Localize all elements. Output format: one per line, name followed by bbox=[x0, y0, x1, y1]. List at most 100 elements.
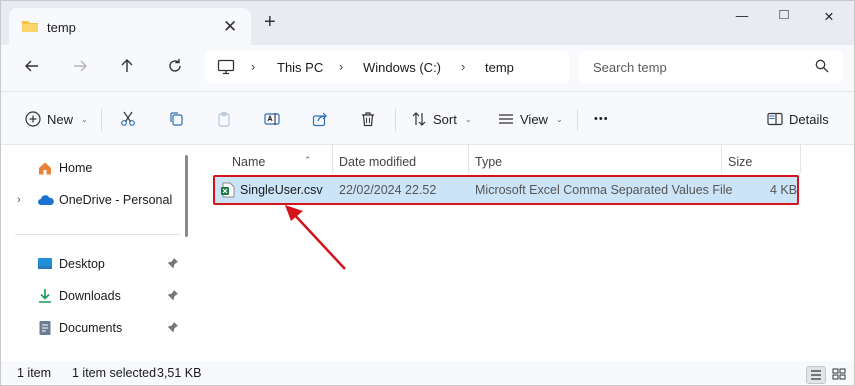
search-box[interactable]: Search temp bbox=[579, 51, 843, 83]
status-bar: 1 item 1 item selected 3,51 KB bbox=[1, 361, 854, 385]
item-count: 1 item bbox=[17, 366, 52, 380]
search-placeholder: Search temp bbox=[593, 60, 667, 75]
forward-button[interactable] bbox=[69, 58, 91, 78]
breadcrumb-windows-c[interactable]: Windows (C:) bbox=[363, 60, 441, 75]
download-icon bbox=[37, 288, 53, 307]
breadcrumb-temp[interactable]: temp bbox=[485, 60, 514, 75]
close-tab-button[interactable]: ✕ bbox=[223, 17, 237, 37]
desktop-icon bbox=[37, 256, 53, 275]
column-name-label: Name bbox=[232, 155, 266, 169]
sidebar-item-home[interactable]: Home bbox=[1, 157, 186, 179]
divider bbox=[395, 109, 396, 131]
divider bbox=[15, 234, 180, 235]
close-window-button[interactable]: ✕ bbox=[814, 9, 844, 29]
chevron-down-icon: ⌄ bbox=[81, 114, 88, 124]
title-bar: temp ✕ + — □ ✕ bbox=[1, 1, 854, 46]
documents-icon bbox=[37, 320, 53, 339]
rename-icon bbox=[264, 113, 280, 125]
computer-icon bbox=[217, 59, 235, 78]
delete-button[interactable] bbox=[360, 109, 376, 129]
tab-temp[interactable]: temp ✕ bbox=[9, 8, 251, 46]
column-date-label: Date modified bbox=[339, 155, 417, 169]
folder-icon bbox=[21, 19, 39, 37]
selection-size: 3,51 KB bbox=[157, 366, 202, 380]
sidebar-item-label: OneDrive - Personal bbox=[59, 193, 173, 207]
selection-count: 1 item selected bbox=[72, 366, 157, 380]
scissors-icon bbox=[121, 111, 135, 126]
column-size-label: Size bbox=[728, 155, 753, 169]
minimize-button[interactable]: — bbox=[727, 9, 757, 29]
clipboard-icon bbox=[218, 111, 230, 127]
arrow-left-icon bbox=[25, 60, 38, 72]
navigation-pane: Home › OneDrive - Personal Desktop Downl… bbox=[1, 145, 191, 361]
search-icon bbox=[815, 59, 829, 76]
sidebar-item-label: Desktop bbox=[59, 257, 105, 271]
pin-icon[interactable] bbox=[167, 289, 179, 304]
arrow-up-icon bbox=[121, 59, 133, 72]
sidebar-item-label: Home bbox=[59, 161, 93, 175]
tiles-view-button[interactable] bbox=[830, 366, 850, 384]
sort-label: Sort bbox=[433, 111, 457, 127]
breadcrumb-this-pc[interactable]: This PC bbox=[277, 60, 323, 75]
cloud-icon bbox=[37, 192, 55, 211]
trash-icon bbox=[362, 112, 374, 127]
cut-button[interactable] bbox=[120, 109, 136, 129]
column-divider[interactable] bbox=[468, 145, 469, 173]
new-label: New bbox=[47, 111, 74, 127]
rename-button[interactable] bbox=[264, 109, 280, 129]
view-button[interactable]: View ⌄ bbox=[498, 109, 563, 129]
copy-button[interactable] bbox=[168, 109, 184, 129]
home-icon bbox=[37, 160, 53, 179]
column-divider[interactable] bbox=[721, 145, 722, 173]
pin-icon[interactable] bbox=[167, 321, 179, 336]
plus-circle-icon bbox=[25, 111, 41, 127]
details-pane-icon bbox=[767, 112, 783, 126]
annotation-arrow bbox=[285, 205, 346, 270]
pin-icon[interactable] bbox=[167, 257, 179, 272]
sidebar-item-downloads[interactable]: Downloads bbox=[1, 285, 186, 307]
navigation-bar: › This PC › Windows (C:) › temp Search t… bbox=[1, 45, 854, 91]
list-view-icon bbox=[811, 370, 821, 380]
address-bar[interactable]: › This PC › Windows (C:) › temp bbox=[205, 51, 569, 83]
chevron-down-icon: ⌄ bbox=[555, 114, 563, 124]
sidebar-item-label: Documents bbox=[59, 321, 123, 335]
chevron-right-icon[interactable]: › bbox=[251, 59, 255, 74]
tab-title: temp bbox=[47, 20, 76, 35]
share-button[interactable] bbox=[312, 109, 328, 129]
column-divider[interactable] bbox=[800, 145, 801, 173]
sidebar-item-desktop[interactable]: Desktop bbox=[1, 253, 186, 275]
chevron-right-icon[interactable]: › bbox=[461, 59, 465, 74]
view-list-icon bbox=[499, 114, 513, 124]
refresh-button[interactable] bbox=[164, 58, 186, 78]
up-button[interactable] bbox=[116, 58, 138, 78]
copy-icon bbox=[170, 112, 183, 126]
new-button[interactable]: New ⌄ bbox=[25, 109, 88, 129]
refresh-icon bbox=[169, 59, 181, 72]
details-label: Details bbox=[789, 111, 829, 127]
sidebar-item-documents[interactable]: Documents bbox=[1, 317, 186, 339]
divider bbox=[101, 109, 102, 131]
tiles-view-icon bbox=[832, 368, 846, 380]
view-label: View bbox=[520, 111, 548, 127]
details-button[interactable]: Details bbox=[767, 109, 829, 129]
more-options-button[interactable]: ••• bbox=[594, 109, 609, 129]
column-type-label: Type bbox=[475, 155, 503, 169]
chevron-right-icon[interactable]: › bbox=[17, 194, 21, 206]
maximize-button[interactable]: □ bbox=[769, 6, 799, 26]
command-bar: New ⌄ Sort ⌄ View ⌄ ••• Details bbox=[1, 91, 854, 145]
navigation-scrollbar[interactable] bbox=[185, 155, 188, 237]
sidebar-item-onedrive[interactable]: › OneDrive - Personal bbox=[1, 189, 186, 211]
chevron-right-icon[interactable]: › bbox=[339, 59, 343, 74]
sort-ascending-icon: ⌃ bbox=[304, 155, 312, 165]
sort-button[interactable]: Sort ⌄ bbox=[411, 109, 472, 129]
arrow-right-icon bbox=[74, 60, 87, 72]
divider bbox=[577, 109, 578, 131]
back-button[interactable] bbox=[21, 58, 43, 78]
details-view-button[interactable] bbox=[806, 366, 826, 384]
column-divider[interactable] bbox=[332, 145, 333, 173]
file-explorer-window: temp ✕ + — □ ✕ › This PC › Windows (C:) bbox=[0, 0, 855, 386]
share-icon bbox=[312, 112, 327, 127]
sort-icon bbox=[412, 112, 426, 126]
new-tab-button[interactable]: + bbox=[264, 12, 276, 32]
paste-button[interactable] bbox=[216, 109, 232, 129]
